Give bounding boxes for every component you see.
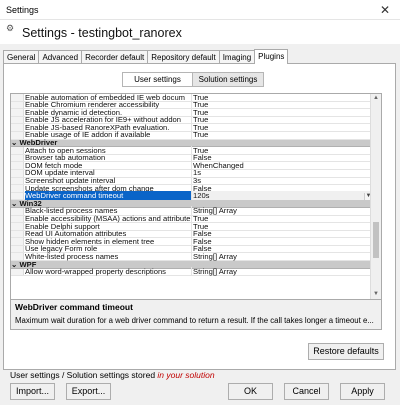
- row-gutter: [11, 162, 24, 169]
- tab-plugins[interactable]: Plugins: [254, 49, 289, 64]
- property-value: String[] Array: [191, 251, 371, 261]
- import-button[interactable]: Import...: [10, 383, 55, 400]
- apply-button[interactable]: Apply: [340, 383, 385, 400]
- status-highlight: in your solution: [157, 370, 215, 380]
- gear-icon: ⚙: [6, 23, 15, 33]
- row-gutter: [11, 207, 24, 215]
- description-panel: WebDriver command timeout Maximum wait d…: [10, 300, 382, 330]
- property-value: String[] Array: [191, 267, 371, 277]
- restore-defaults-button[interactable]: Restore defaults: [308, 343, 384, 360]
- user-settings-button[interactable]: User settings: [122, 72, 193, 87]
- property-row[interactable]: Allow word-wrapped property descriptions…: [11, 267, 372, 277]
- cancel-button[interactable]: Cancel: [284, 383, 329, 400]
- scroll-down-icon[interactable]: ▼: [371, 290, 381, 299]
- row-gutter: [11, 169, 24, 177]
- tab-recorder-default[interactable]: Recorder default: [81, 50, 149, 64]
- export-button[interactable]: Export...: [66, 383, 111, 400]
- row-gutter: [11, 94, 24, 101]
- vertical-scrollbar[interactable]: ▲ ▼: [370, 94, 381, 299]
- row-gutter: [11, 177, 24, 185]
- page-title: Settings - testingbot_ranorex: [22, 26, 182, 40]
- row-gutter: [11, 101, 24, 109]
- property-value: True: [191, 130, 371, 140]
- description-text: Maximum wait duration for a web driver c…: [15, 316, 374, 325]
- property-grid: Enable automation of embedded IE web doc…: [10, 93, 382, 300]
- property-value[interactable]: 120s: [191, 191, 371, 201]
- row-gutter: [11, 268, 24, 276]
- row-gutter: [11, 238, 24, 245]
- tab-advanced[interactable]: Advanced: [38, 50, 83, 64]
- row-gutter: [11, 124, 24, 131]
- solution-settings-button[interactable]: Solution settings: [193, 72, 264, 87]
- close-icon[interactable]: ✕: [380, 3, 390, 17]
- tab-imaging[interactable]: Imaging: [218, 50, 256, 64]
- property-rows: Enable automation of embedded IE web doc…: [11, 94, 372, 277]
- row-gutter: [11, 223, 24, 230]
- tab-general[interactable]: General: [3, 50, 40, 64]
- row-gutter: [11, 245, 24, 253]
- row-gutter: [11, 147, 24, 154]
- header: ⚙ Settings - testingbot_ranorex: [0, 20, 400, 44]
- window-title: Settings: [6, 5, 39, 15]
- title-bar: Settings ✕: [0, 0, 400, 20]
- scrollbar-thumb[interactable]: [373, 222, 379, 258]
- description-title: WebDriver command timeout: [15, 302, 133, 312]
- property-name: Allow word-wrapped property descriptions: [25, 267, 166, 277]
- tab-bar: General Advanced Recorder default Reposi…: [3, 49, 289, 64]
- row-gutter: [11, 230, 24, 238]
- status-text: User settings / Solution settings stored…: [10, 370, 215, 380]
- row-gutter: [11, 215, 24, 223]
- row-gutter: [11, 109, 24, 116]
- settings-scope-toggle: User settings Solution settings: [122, 72, 264, 87]
- row-gutter: [11, 185, 24, 192]
- ok-button[interactable]: OK: [228, 383, 273, 400]
- row-gutter: [11, 116, 24, 124]
- tab-repository-default[interactable]: Repository default: [147, 50, 220, 64]
- status-prefix: User settings / Solution settings stored: [10, 370, 158, 380]
- row-gutter: [11, 154, 24, 162]
- scroll-up-icon[interactable]: ▲: [371, 94, 381, 103]
